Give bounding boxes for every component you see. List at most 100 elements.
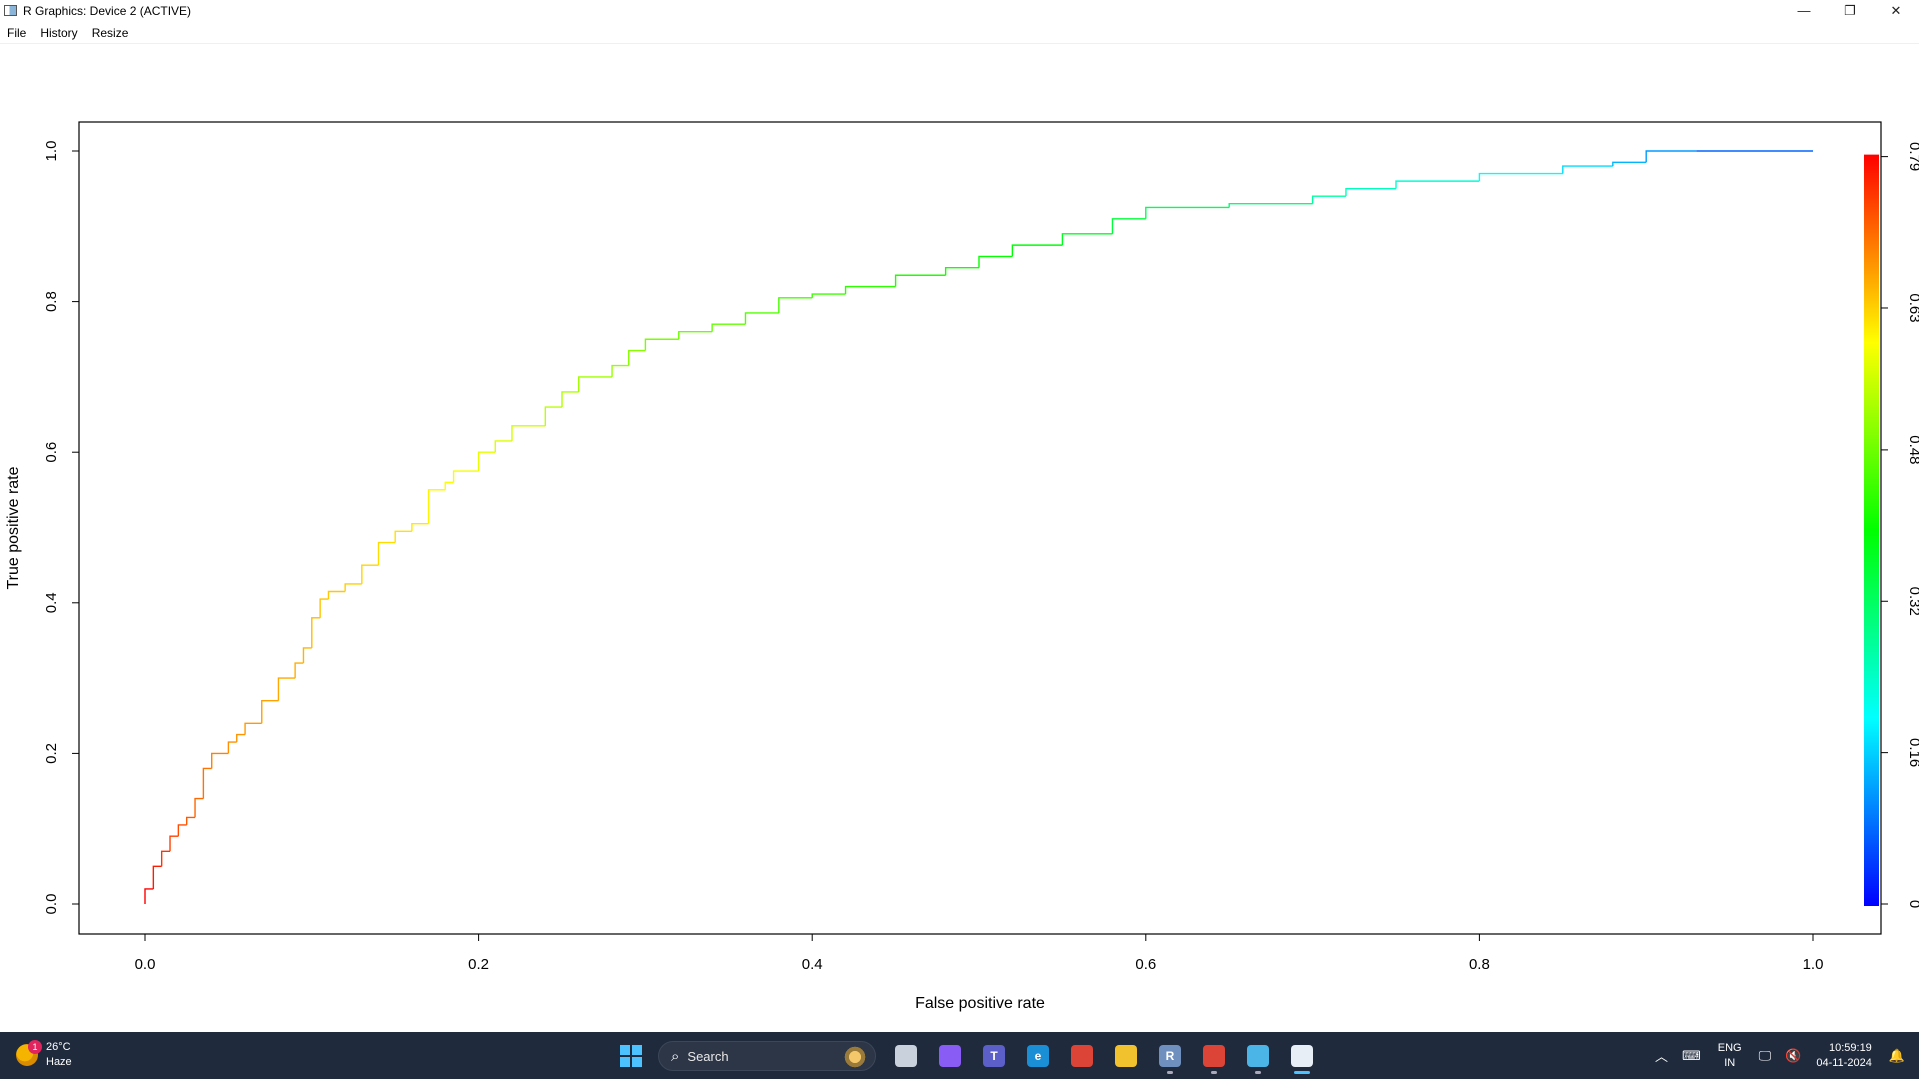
- menu-bar: File History Resize: [0, 22, 1919, 44]
- roc-segment: [144, 888, 154, 904]
- roc-segment: [236, 733, 246, 743]
- roc-segment: [894, 274, 946, 287]
- weather-haze-icon: 1: [16, 1040, 42, 1066]
- language-code: ENG: [1717, 1041, 1742, 1054]
- roc-segment: [361, 564, 379, 584]
- r-app-icon: R: [1159, 1045, 1181, 1067]
- chrome-2-button[interactable]: [1192, 1037, 1236, 1075]
- clock[interactable]: 10:59:19 04-11-2024: [1808, 1041, 1881, 1071]
- roc-segment: [978, 255, 1013, 268]
- title-bar: R Graphics: Device 2 (ACTIVE) — ❐ ✕: [0, 0, 1919, 21]
- language-indicator[interactable]: ENG IN: [1708, 1041, 1752, 1071]
- r-graphics-button[interactable]: [1280, 1037, 1324, 1075]
- x-tick-label: 0.0: [135, 956, 156, 973]
- start-button[interactable]: [612, 1037, 650, 1075]
- y-tick-label: 0.8: [43, 291, 60, 312]
- roc-segment: [277, 677, 296, 701]
- keyboard-icon[interactable]: ⌨: [1675, 1048, 1708, 1064]
- chrome-button[interactable]: [1060, 1037, 1104, 1075]
- x-tick-label: 0.6: [1135, 956, 1156, 973]
- roc-segment: [294, 662, 304, 679]
- region-code: IN: [1724, 1056, 1736, 1069]
- colorbar-tick-label: 0.32: [1906, 587, 1919, 616]
- y-tick-label: 0.6: [43, 442, 60, 463]
- r-graphics-window-icon: [4, 5, 17, 16]
- roc-segment: [511, 425, 546, 441]
- roc-segment: [1612, 161, 1647, 167]
- clock-date: 04-11-2024: [1816, 1056, 1872, 1069]
- edge-icon: e: [1027, 1045, 1049, 1067]
- weather-widget[interactable]: 1 26°C Haze: [16, 1040, 72, 1070]
- roc-segment: [194, 797, 204, 818]
- menu-history[interactable]: History: [33, 26, 84, 40]
- running-indicator: [1167, 1071, 1173, 1074]
- roc-segment: [152, 865, 162, 889]
- minimize-button[interactable]: —: [1781, 0, 1827, 21]
- menu-file[interactable]: File: [0, 26, 33, 40]
- roc-segment: [202, 767, 212, 799]
- task-view-icon: [895, 1045, 917, 1067]
- roc-segment: [311, 617, 321, 648]
- roc-segment: [1562, 165, 1613, 174]
- menu-resize[interactable]: Resize: [85, 26, 136, 40]
- roc-segment: [1345, 187, 1396, 197]
- roc-segment: [711, 323, 746, 332]
- roc-segment: [344, 583, 362, 592]
- notepad-button[interactable]: [1236, 1037, 1280, 1075]
- roc-segment: [327, 590, 346, 600]
- roc-segment: [411, 523, 429, 532]
- roc-chart: 0.0 0.2 0.4 0.6 0.8 1.0 False positive rate 0.0…: [5, 121, 1919, 1012]
- notepad-icon: [1247, 1045, 1269, 1067]
- x-tick-label: 1.0: [1803, 956, 1824, 973]
- roc-segment: [1011, 244, 1063, 257]
- roc-segment: [1061, 233, 1113, 246]
- roc-segment: [1478, 172, 1563, 182]
- file-explorer-button[interactable]: [1104, 1037, 1148, 1075]
- copilot-button[interactable]: [928, 1037, 972, 1075]
- teams-icon: T: [983, 1045, 1005, 1067]
- colorbar-tick-label: 0.63: [1906, 293, 1919, 322]
- roc-segment: [244, 722, 262, 735]
- roc-segment: [944, 267, 979, 276]
- r-app-button[interactable]: R: [1148, 1037, 1192, 1075]
- volume-muted-icon[interactable]: 🔇: [1778, 1048, 1808, 1064]
- plot-frame: [78, 121, 1882, 935]
- x-tick-label: 0.2: [468, 956, 489, 973]
- search-icon: ⌕: [671, 1047, 680, 1065]
- roc-segment: [160, 850, 171, 867]
- y-tick-label: 0.4: [43, 592, 60, 613]
- roc-segment: [261, 699, 279, 724]
- teams-button[interactable]: T: [972, 1037, 1016, 1075]
- copilot-icon: [939, 1045, 961, 1067]
- x-axis-label: False positive rate: [915, 995, 1045, 1012]
- colorbar: [1864, 154, 1879, 907]
- running-indicator: [1294, 1071, 1310, 1074]
- weather-temperature: 26°C: [46, 1041, 71, 1053]
- y-tick-label: 0.2: [43, 743, 60, 764]
- close-button[interactable]: ✕: [1873, 0, 1919, 21]
- roc-segment: [577, 376, 613, 392]
- notifications-bell-icon[interactable]: 🔔: [1882, 1048, 1919, 1064]
- running-indicator: [1211, 1071, 1217, 1074]
- roc-segment: [427, 489, 446, 524]
- roc-segment: [778, 297, 813, 313]
- chrome-icon: [1071, 1045, 1093, 1067]
- chrome-2-icon: [1203, 1045, 1225, 1067]
- x-tick-label: 0.4: [802, 956, 823, 973]
- running-indicator: [1255, 1071, 1261, 1074]
- taskbar-search[interactable]: ⌕ Search: [658, 1041, 876, 1071]
- chevron-up-icon[interactable]: ︿: [1648, 1046, 1675, 1065]
- restore-button[interactable]: ❐: [1827, 0, 1873, 21]
- roc-segment: [452, 470, 479, 483]
- roc-segment: [611, 364, 629, 377]
- roc-segment: [211, 752, 229, 769]
- y-tick-label: 0.0: [43, 894, 60, 915]
- network-icon[interactable]: 🖵: [1752, 1048, 1779, 1064]
- task-view-button[interactable]: [884, 1037, 928, 1075]
- edge-button[interactable]: e: [1016, 1037, 1060, 1075]
- windows-logo-icon: [620, 1045, 642, 1067]
- x-tick-label: 0.8: [1469, 956, 1490, 973]
- roc-segment: [1645, 150, 1697, 163]
- roc-segment: [444, 481, 454, 490]
- roc-segment: [302, 647, 312, 664]
